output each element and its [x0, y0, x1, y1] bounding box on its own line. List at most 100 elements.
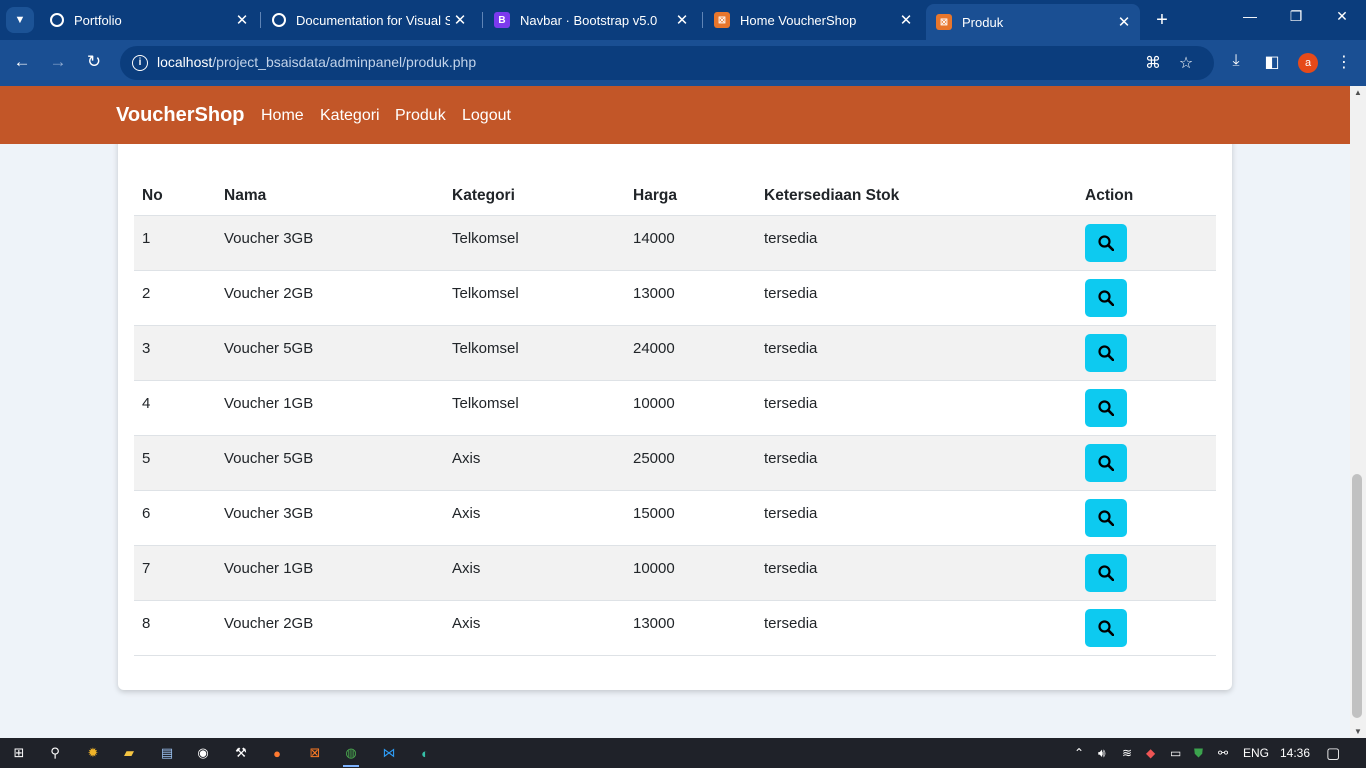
detail-button[interactable] [1085, 223, 1127, 262]
bookmark-star-icon[interactable]: ☆ [1176, 53, 1196, 73]
reload-icon[interactable]: ↻ [83, 52, 105, 72]
detail-button[interactable] [1085, 388, 1127, 427]
cell-harga: 10000 [625, 380, 756, 436]
firefox-icon[interactable]: ● [266, 742, 288, 764]
table-row: 5 Voucher 5GB Axis 25000 tersedia [134, 435, 1216, 491]
cell-no: 6 [134, 490, 216, 546]
search-icon [1098, 454, 1114, 471]
volume-icon[interactable]: 🔊︎ [1098, 746, 1106, 761]
search-icon [1098, 509, 1114, 526]
tab-documentation[interactable]: Documentation for Visual Stu ✕ [262, 6, 476, 34]
product-card: No Nama Kategori Harga Ketersediaan Stok… [118, 126, 1232, 690]
clock[interactable]: 14:36 [1280, 746, 1310, 760]
tab-produk[interactable]: ⊠ Produk ✕ [926, 4, 1140, 40]
cell-kategori: Axis [444, 490, 625, 546]
minimize-icon[interactable]: — [1240, 8, 1260, 24]
site-info-icon[interactable]: i [132, 55, 148, 71]
detail-button[interactable] [1085, 553, 1127, 592]
cell-stok: tersedia [756, 325, 1077, 381]
address-bar[interactable]: i localhost/project_bsaisdata/adminpanel… [120, 46, 1214, 80]
tab-separator [482, 12, 483, 28]
app-icon-launcher[interactable]: ✹ [82, 742, 104, 764]
scroll-thumb[interactable] [1352, 474, 1362, 718]
close-tab-icon[interactable]: ✕ [672, 11, 692, 29]
tab-title: Portfolio [74, 12, 122, 28]
cell-kategori: Axis [444, 435, 625, 491]
language-indicator[interactable]: ENG [1243, 746, 1269, 760]
back-icon[interactable]: ← [11, 52, 33, 72]
side-panel-icon[interactable]: ◧ [1262, 52, 1282, 72]
app-icon-tools[interactable]: ⚒ [230, 742, 252, 764]
notepad-icon[interactable]: ▤ [156, 742, 178, 764]
table-row: 2 Voucher 2GB Telkomsel 13000 tersedia [134, 270, 1216, 326]
edge-icon[interactable]: ◐ [414, 742, 436, 764]
cell-nama: Voucher 5GB [216, 435, 444, 491]
cell-stok: tersedia [756, 270, 1077, 326]
page-scrollbar[interactable]: ▲ ▼ [1350, 86, 1366, 738]
new-tab-icon[interactable]: + [1152, 9, 1172, 32]
tab-portfolio[interactable]: Portfolio ✕ [40, 6, 258, 34]
search-icon [1098, 234, 1114, 251]
nav-link-produk[interactable]: Produk [395, 107, 446, 125]
nav-link-home[interactable]: Home [261, 107, 304, 125]
xampp-icon: ⊠ [714, 12, 730, 28]
menu-kebab-icon[interactable]: ⋮ [1334, 52, 1354, 72]
file-explorer-icon[interactable]: ▰ [118, 742, 140, 764]
tray-app-icon[interactable]: ◆ [1146, 746, 1155, 760]
tray-shield-icon[interactable]: ⛊ [1194, 746, 1203, 761]
tray-chevron-icon[interactable]: ⌃ [1074, 746, 1084, 760]
tab-home-vouchershop[interactable]: ⊠ Home VoucherShop ✕ [704, 6, 922, 34]
close-tab-icon[interactable]: ✕ [450, 11, 470, 29]
xampp-icon[interactable]: ⊠ [304, 742, 326, 764]
search-icon [1098, 564, 1114, 581]
chrome-icon[interactable]: ◍ [340, 742, 362, 767]
detail-button[interactable] [1085, 278, 1127, 317]
tray-network-icon[interactable]: ⚯ [1218, 746, 1228, 760]
cell-kategori: Telkomsel [444, 325, 625, 381]
detail-button[interactable] [1085, 608, 1127, 647]
profile-avatar[interactable]: a [1298, 53, 1318, 73]
search-icon [1098, 399, 1114, 416]
wifi-icon[interactable]: ≋ [1122, 746, 1132, 760]
cell-nama: Voucher 1GB [216, 545, 444, 601]
cell-harga: 13000 [625, 600, 756, 656]
translate-icon[interactable]: ⌘ [1143, 53, 1163, 73]
navbar-brand[interactable]: VoucherShop [116, 104, 245, 127]
detail-button[interactable] [1085, 498, 1127, 537]
cell-action [1077, 215, 1216, 271]
cell-harga: 13000 [625, 270, 756, 326]
forward-icon[interactable]: → [47, 52, 69, 72]
scroll-up-arrow-icon[interactable]: ▲ [1353, 88, 1363, 97]
tab-search-button[interactable]: ▼ [6, 7, 34, 33]
restore-icon[interactable]: ❐ [1286, 8, 1306, 25]
globe-icon [50, 13, 64, 27]
product-table: No Nama Kategori Harga Ketersediaan Stok… [134, 178, 1216, 656]
vscode-icon[interactable]: ⋈ [378, 742, 400, 764]
windows-start-icon[interactable]: ⊞ [8, 742, 30, 764]
close-tab-icon[interactable]: ✕ [896, 11, 916, 29]
browser-tab-strip: ▼ Portfolio ✕ Documentation for Visual S… [0, 0, 1366, 40]
app-icon-hs[interactable]: ◉ [192, 742, 214, 764]
cell-action [1077, 435, 1216, 491]
cell-stok: tersedia [756, 545, 1077, 601]
close-tab-icon[interactable]: ✕ [1114, 13, 1134, 31]
column-header-nama: Nama [216, 178, 444, 216]
download-icon[interactable]: ⤓ [1226, 52, 1246, 70]
cell-no: 7 [134, 545, 216, 601]
nav-link-kategori[interactable]: Kategori [320, 107, 380, 125]
cell-action [1077, 325, 1216, 381]
detail-button[interactable] [1085, 333, 1127, 372]
column-header-action: Action [1077, 178, 1216, 216]
cell-no: 4 [134, 380, 216, 436]
tab-navbar-bootstrap[interactable]: B Navbar · Bootstrap v5.0 ✕ [484, 6, 698, 34]
close-window-icon[interactable]: ✕ [1332, 8, 1352, 25]
table-row: 1 Voucher 3GB Telkomsel 14000 tersedia [134, 215, 1216, 271]
nav-link-logout[interactable]: Logout [462, 107, 511, 125]
detail-button[interactable] [1085, 443, 1127, 482]
notification-icon[interactable]: ▢ [1326, 744, 1340, 762]
scroll-down-arrow-icon[interactable]: ▼ [1353, 727, 1363, 736]
search-icon[interactable]: ⚲ [44, 742, 66, 764]
cell-nama: Voucher 5GB [216, 325, 444, 381]
tray-monitor-icon[interactable]: ▭ [1170, 746, 1181, 760]
close-tab-icon[interactable]: ✕ [232, 11, 252, 29]
